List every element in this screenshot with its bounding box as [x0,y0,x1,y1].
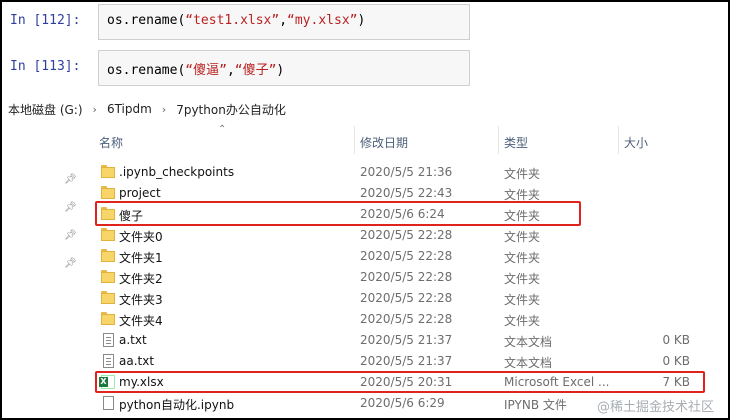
file-row[interactable]: 文件夹3 2020/5/5 22:28 文件夹 [2,288,728,309]
file-row[interactable]: 文件夹1 2020/5/5 22:28 文件夹 [2,246,728,267]
file-name: .ipynb_checkpoints [119,165,235,179]
file-date: 2020/5/5 22:28 [360,291,453,305]
file-name: 文件夹2 [119,272,163,286]
file-type: 文件夹 [504,167,541,181]
file-name: python自动化.ipynb [119,398,235,412]
breadcrumb-drive[interactable]: 本地磁盘 (G:) [8,101,83,118]
code-text: os.rename(“test1.xlsx”,“my.xlsx”) [107,13,366,28]
file-name: 文件夹4 [119,314,163,328]
column-header-row: ⌃ 名称 修改日期 类型 大小 [2,124,728,154]
folder-icon [101,186,115,200]
column-header-date[interactable]: 修改日期 [360,134,408,151]
notebook-file-icon [103,396,114,410]
chevron-right-icon[interactable]: › [162,103,166,116]
column-divider[interactable] [354,126,355,154]
file-date: 2020/5/5 22:28 [360,270,453,284]
file-name: aa.txt [119,354,155,368]
file-row[interactable]: a.txt 2020/5/5 21:37 文本文档 0 KB [2,330,728,351]
folder-icon [101,249,115,263]
file-type: 文本文档 [504,335,553,349]
file-size: 0 KB [662,354,690,368]
column-header-type[interactable]: 类型 [504,134,528,151]
file-row[interactable]: aa.txt 2020/5/5 21:37 文本文档 0 KB [2,351,728,372]
cell-prompt: In [113]: [10,59,81,74]
column-header-name[interactable]: 名称 [99,134,123,151]
file-size: 0 KB [662,333,690,347]
folder-icon [101,165,115,179]
file-date: 2020/5/5 21:36 [360,165,453,179]
file-row[interactable]: 文件夹2 2020/5/5 22:28 文件夹 [2,267,728,288]
cell-prompt: In [112]: [10,13,81,28]
file-type: 文件夹 [504,251,541,265]
notebook-cell-113: In [113]: os.rename(“傻逼”,“傻子”) [2,50,728,86]
column-divider[interactable] [618,126,619,154]
file-row[interactable]: 文件夹4 2020/5/5 22:28 文件夹 [2,309,728,330]
file-name: a.txt [119,333,147,347]
code-input[interactable]: os.rename(“test1.xlsx”,“my.xlsx”) [98,4,470,40]
breadcrumb-folder-6tipdm[interactable]: 6Tipdm [107,102,152,116]
breadcrumb: 本地磁盘 (G:) › 6Tipdm › 7python办公自动化 [2,98,728,120]
folder-icon [101,228,115,242]
text-file-icon [103,333,114,347]
folder-icon [101,291,115,305]
file-date: 2020/5/5 22:28 [360,249,453,263]
notebook-cell-112: In [112]: os.rename(“test1.xlsx”,“my.xls… [2,4,728,40]
chevron-right-icon[interactable]: › [93,103,97,116]
breadcrumb-folder-current[interactable]: 7python办公自动化 [176,101,286,118]
folder-icon [101,270,115,284]
column-header-size[interactable]: 大小 [624,134,648,151]
file-date: 2020/5/6 6:29 [360,396,445,410]
file-date: 2020/5/5 22:28 [360,312,453,326]
file-row[interactable]: 文件夹0 2020/5/5 22:28 文件夹 [2,225,728,246]
folder-icon [101,312,115,326]
file-name: 文件夹1 [119,251,163,265]
file-name: 文件夹3 [119,293,163,307]
highlight-box-renamed-folder [95,201,581,226]
file-date: 2020/5/5 21:37 [360,333,453,347]
file-date: 2020/5/5 22:28 [360,228,453,242]
column-divider[interactable] [498,126,499,154]
sort-ascending-icon: ⌃ [218,124,227,135]
file-date: 2020/5/5 22:43 [360,186,453,200]
file-type: 文件夹 [504,230,541,244]
file-type: 文本文档 [504,356,553,370]
file-date: 2020/5/5 21:37 [360,354,453,368]
file-type: IPYNB 文件 [504,398,567,412]
screenshot-frame: In [112]: os.rename(“test1.xlsx”,“my.xls… [0,0,730,420]
file-type: 文件夹 [504,293,541,307]
code-text: os.rename(“傻逼”,“傻子”) [107,63,285,78]
text-file-icon [103,354,114,368]
watermark: @稀土掘金技术社区 [596,400,714,415]
file-row[interactable]: .ipynb_checkpoints 2020/5/5 21:36 文件夹 [2,162,728,183]
file-type: 文件夹 [504,272,541,286]
file-type: 文件夹 [504,314,541,328]
code-input[interactable]: os.rename(“傻逼”,“傻子”) [98,50,470,86]
file-name: 文件夹0 [119,230,163,244]
file-name: project [119,186,161,200]
highlight-box-renamed-file [95,371,705,393]
